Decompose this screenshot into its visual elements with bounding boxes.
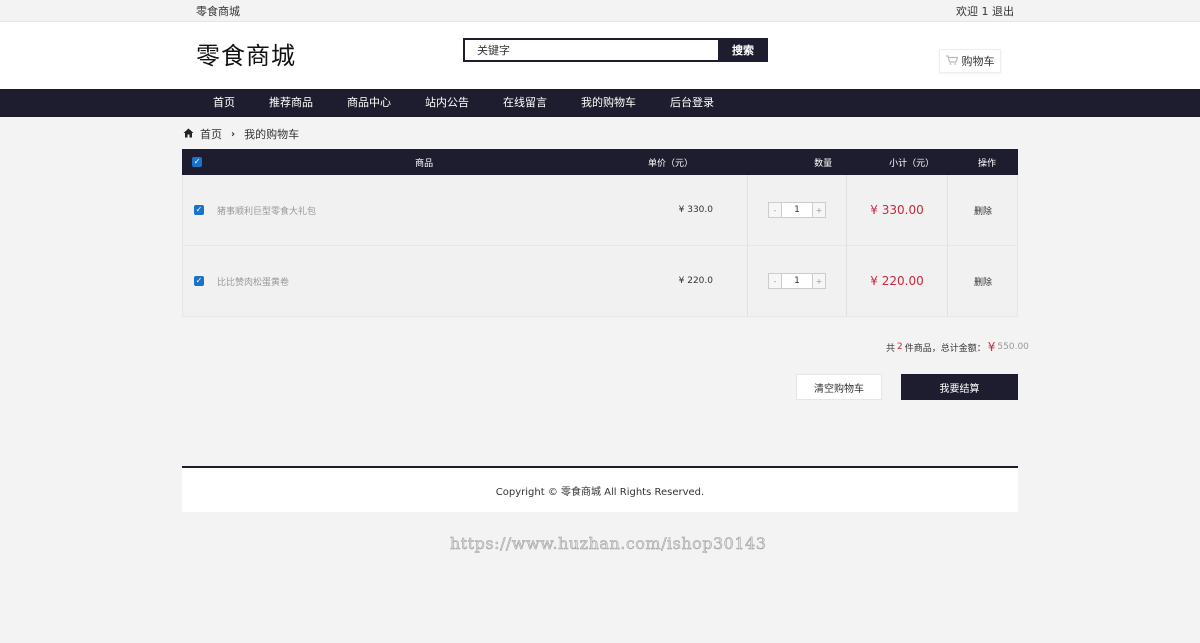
site-footer: Copyright © 零食商城 All Rights Reserved. bbox=[182, 466, 1018, 512]
unit-price: ¥ 330.0 bbox=[678, 205, 713, 215]
product-name[interactable]: 猪事顺利巨型零食大礼包 bbox=[217, 204, 316, 217]
decrement-button[interactable]: - bbox=[769, 274, 781, 288]
row-checkbox[interactable]: ✓ bbox=[194, 276, 204, 286]
copyright-text: Copyright © 零食商城 All Rights Reserved. bbox=[495, 486, 705, 498]
cart-table-header: ✓ 商品 单价（元） 数量 小计（元） 操作 bbox=[182, 149, 1018, 175]
search-input[interactable] bbox=[463, 38, 718, 62]
cart-row: ✓ 比比赞肉松蛋黄卷 ¥ 220.0 - 1 + ¥ 220.00 删除 bbox=[182, 246, 1018, 317]
main-nav: 首页 推荐商品 商品中心 站内公告 在线留言 我的购物车 后台登录 bbox=[0, 89, 1200, 117]
cart-table: ✓ 商品 单价（元） 数量 小计（元） 操作 ✓ 猪事顺利巨型零食大礼包 ¥ 3… bbox=[182, 149, 1018, 317]
header-product: 商品 bbox=[415, 158, 434, 169]
delete-link[interactable]: 删除 bbox=[948, 175, 1018, 245]
cart-icon bbox=[945, 54, 958, 68]
site-logo[interactable]: 零食商城 bbox=[196, 36, 296, 71]
quantity-input[interactable]: 1 bbox=[781, 203, 813, 217]
decrement-button[interactable]: - bbox=[769, 203, 781, 217]
header-quantity: 数量 bbox=[814, 158, 833, 169]
row-subtotal: ¥ 330.00 bbox=[847, 175, 948, 245]
top-brand: 零食商城 bbox=[196, 5, 240, 18]
nav-item-announcements[interactable]: 站内公告 bbox=[408, 89, 486, 117]
logout-link[interactable]: 退出 bbox=[992, 5, 1014, 18]
row-checkbox[interactable]: ✓ bbox=[194, 205, 204, 215]
unit-price: ¥ 220.0 bbox=[678, 276, 713, 286]
watermark-text: https://www.huzhan.com/ishop30143 bbox=[450, 534, 767, 554]
quantity-input[interactable]: 1 bbox=[781, 274, 813, 288]
nav-item-home[interactable]: 首页 bbox=[196, 89, 252, 117]
quantity-cell: - 1 + bbox=[747, 175, 847, 245]
checkout-button[interactable]: 我要结算 bbox=[901, 374, 1018, 400]
summary-count: 2 bbox=[897, 342, 903, 352]
nav-item-products[interactable]: 商品中心 bbox=[330, 89, 408, 117]
top-bar: 零食商城 欢迎 1 退出 bbox=[0, 0, 1200, 22]
increment-button[interactable]: + bbox=[813, 203, 825, 217]
welcome-user-link[interactable]: 欢迎 1 bbox=[956, 5, 989, 18]
search-button[interactable]: 搜索 bbox=[718, 38, 768, 62]
nav-item-recommended[interactable]: 推荐商品 bbox=[252, 89, 330, 117]
summary-currency: ¥ bbox=[987, 340, 996, 354]
chevron-right-icon: › bbox=[231, 128, 236, 140]
select-all-checkbox[interactable]: ✓ bbox=[192, 157, 203, 167]
header-price: 单价（元） bbox=[647, 158, 693, 169]
nav-item-admin-login[interactable]: 后台登录 bbox=[653, 89, 731, 117]
row-subtotal: ¥ 220.00 bbox=[847, 246, 948, 316]
header-cart-button[interactable]: 购物车 bbox=[939, 49, 1001, 73]
search-bar: 搜索 bbox=[463, 38, 768, 62]
user-links: 欢迎 1 退出 bbox=[956, 3, 1014, 19]
breadcrumb: 首页 › 我的购物车 bbox=[183, 126, 299, 142]
cart-row: ✓ 猪事顺利巨型零食大礼包 ¥ 330.0 - 1 + ¥ 330.00 删除 bbox=[182, 175, 1018, 246]
header-cart-label: 购物车 bbox=[961, 55, 995, 68]
site-header: 零食商城 搜索 购物车 bbox=[0, 22, 1200, 89]
clear-cart-button[interactable]: 清空购物车 bbox=[796, 374, 882, 400]
header-subtotal: 小计（元） bbox=[889, 158, 935, 169]
cart-summary: 共 2 件商品，总计金额： ¥ 550.00 bbox=[886, 340, 1029, 354]
summary-amount: 550.00 bbox=[997, 342, 1029, 352]
breadcrumb-current: 我的购物车 bbox=[244, 128, 300, 141]
increment-button[interactable]: + bbox=[813, 274, 825, 288]
delete-link[interactable]: 删除 bbox=[948, 246, 1018, 316]
nav-item-my-cart[interactable]: 我的购物车 bbox=[564, 89, 653, 117]
breadcrumb-home[interactable]: 首页 bbox=[200, 126, 222, 142]
quantity-stepper: - 1 + bbox=[768, 202, 826, 218]
product-name[interactable]: 比比赞肉松蛋黄卷 bbox=[217, 275, 289, 288]
quantity-cell: - 1 + bbox=[747, 246, 847, 316]
summary-middle: 件商品，总计金额： bbox=[904, 343, 986, 354]
nav-item-messages[interactable]: 在线留言 bbox=[486, 89, 564, 117]
header-action: 操作 bbox=[977, 158, 996, 169]
summary-prefix: 共 bbox=[886, 343, 896, 354]
home-icon bbox=[183, 128, 194, 141]
quantity-stepper: - 1 + bbox=[768, 273, 826, 289]
